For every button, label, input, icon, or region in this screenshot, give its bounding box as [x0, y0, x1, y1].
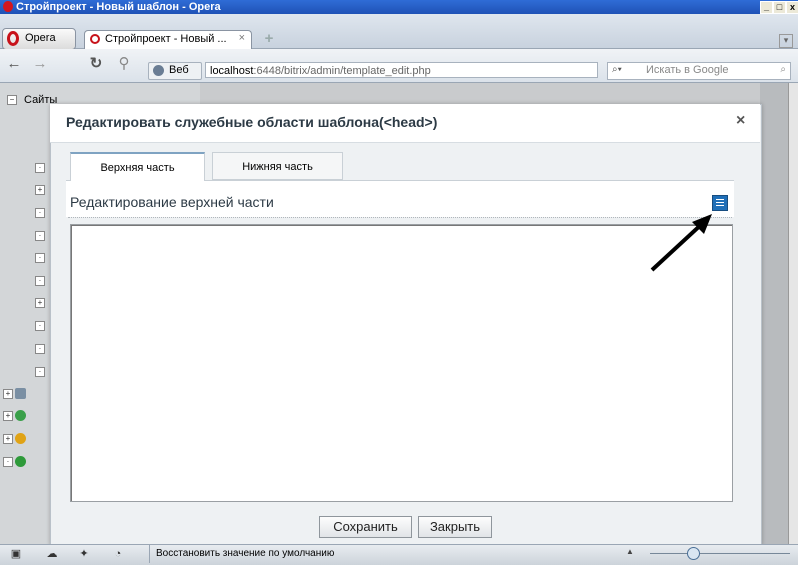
tree-collapse-icon[interactable]: − [7, 95, 17, 105]
browser-tab-active[interactable]: Стройпроект - Новый ... × [84, 30, 252, 49]
window-title: Стройпроект - Новый шаблон - Opera [16, 1, 221, 13]
minimize-button[interactable]: _ [760, 1, 773, 14]
window-titlebar: Стройпроект - Новый шаблон - Opera _ □ x [0, 0, 798, 14]
browser-tab-title: Стройпроект - Новый ... [105, 33, 227, 45]
forward-arrow-icon[interactable]: → [32, 56, 48, 72]
dialog-close-icon[interactable]: × [736, 112, 745, 130]
dialog-title: Редактировать служебные области шаблона(… [66, 114, 438, 130]
search-placeholder: Искать в Google [646, 64, 729, 76]
site-favicon-icon [90, 34, 100, 44]
tree-node-icon[interactable]: · [35, 208, 45, 218]
url-host: localhost [210, 65, 254, 77]
browser-tabbar: Opera Стройпроект - Новый ... × + ▾ [0, 14, 798, 50]
tools-icon[interactable] [15, 388, 26, 399]
zoom-slider-knob[interactable] [687, 547, 700, 560]
unite-icon[interactable]: ✦ [77, 548, 91, 560]
tree-expand-icon[interactable]: + [3, 389, 13, 399]
tab-close-icon[interactable]: × [239, 32, 245, 44]
tree-expand-icon[interactable]: + [3, 411, 13, 421]
tree-node-icon[interactable]: · [35, 367, 45, 377]
opera-menu-button[interactable]: Opera [2, 28, 76, 50]
tree-node-icon[interactable]: · [35, 276, 45, 286]
marketplace-icon[interactable] [15, 433, 26, 444]
opera-menu-label: Opera [25, 32, 56, 44]
reload-icon[interactable]: ↻ [88, 56, 104, 72]
close-button[interactable]: Закрыть [418, 516, 492, 538]
tree-node-icon[interactable]: · [35, 253, 45, 263]
key-icon[interactable]: ⚲ [116, 56, 132, 72]
new-tab-button[interactable]: + [261, 31, 277, 48]
search-go-icon[interactable]: ⌕ [780, 64, 786, 75]
section-divider [68, 217, 732, 219]
vertical-scrollbar[interactable] [788, 83, 798, 544]
tree-node-icon[interactable]: · [35, 344, 45, 354]
search-engine-icon[interactable]: ⌕▾ [612, 64, 622, 75]
globe-icon [153, 65, 164, 76]
tab-upper-part[interactable]: Верхняя часть [70, 152, 205, 181]
tab-lower-part[interactable]: Нижняя часть [212, 152, 343, 180]
speedometer-icon[interactable] [15, 410, 26, 421]
tree-node-icon[interactable]: · [35, 163, 45, 173]
pointer-arrow [650, 214, 712, 272]
tab-menu-icon[interactable]: ▾ [779, 34, 793, 48]
zoom-slider-track[interactable] [650, 553, 790, 554]
back-arrow-icon[interactable]: ← [6, 56, 22, 72]
url-input[interactable]: localhost:6448/bitrix/admin/template_edi… [205, 62, 598, 78]
tree-node-icon[interactable]: · [35, 321, 45, 331]
turbo-icon[interactable]: ◔ [111, 548, 125, 560]
web-badge[interactable]: Веб [148, 62, 202, 80]
search-input[interactable]: ⌕▾ Искать в Google ⌕ [607, 62, 791, 80]
maximize-button[interactable]: □ [773, 1, 786, 14]
cloud-icon[interactable]: ☁ [45, 548, 59, 560]
power-icon[interactable] [15, 456, 26, 467]
tree-node-icon[interactable]: · [3, 457, 13, 467]
panel-toggle-icon[interactable]: ▣ [9, 548, 23, 560]
opera-app-icon [3, 1, 13, 12]
web-label: Веб [169, 64, 189, 76]
close-window-button[interactable]: x [786, 1, 798, 14]
url-path: :6448/bitrix/admin/template_edit.php [253, 65, 431, 77]
save-button[interactable]: Сохранить [319, 516, 412, 538]
head-code-editor[interactable] [70, 224, 733, 502]
status-text: Восстановить значение по умолчанию [149, 545, 616, 563]
tree-expand-icon[interactable]: + [3, 434, 13, 444]
opera-logo-icon [7, 31, 19, 46]
section-title: Редактирование верхней части [70, 194, 274, 210]
tree-expand-icon[interactable]: + [35, 185, 45, 195]
tree-expand-icon[interactable]: + [35, 298, 45, 308]
zoom-arrow-icon[interactable]: ▲ [626, 547, 634, 556]
tree-node-icon[interactable]: · [35, 231, 45, 241]
